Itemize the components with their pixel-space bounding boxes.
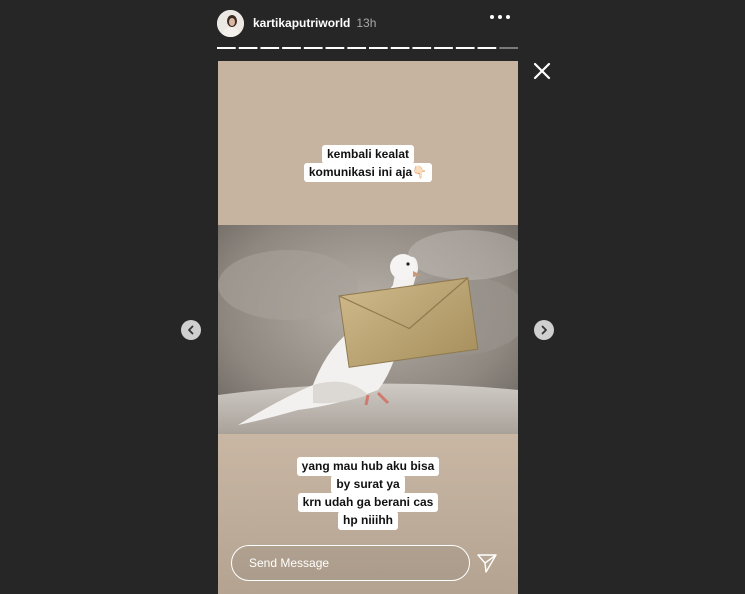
progress-segment [369,47,388,49]
progress-segment [347,47,366,49]
paper-plane-icon[interactable] [476,552,498,574]
caption-line: by surat ya [331,475,405,494]
progress-segment [303,47,323,49]
more-options-icon[interactable] [490,15,510,19]
username[interactable]: kartikaputriworld [253,16,350,30]
story-progress-bar [217,47,518,49]
caption-line: kembali kealat [321,145,415,164]
story-caption-top: kembali kealat komunikasi ini aja👇🏻 [218,145,518,182]
progress-segment [217,47,236,49]
progress-segment [499,47,518,49]
avatar[interactable] [217,9,244,37]
timestamp: 13h [356,16,377,30]
progress-segment [325,47,345,49]
progress-segment [477,47,497,49]
caption-line: krn udah ga berani cas [297,493,439,512]
close-icon[interactable] [531,60,553,82]
progress-segment [412,47,432,49]
progress-segment [434,47,453,49]
caption-line: komunikasi ini aja👇🏻 [303,163,433,182]
story-header: kartikaputriworld 13h [217,8,518,38]
story-viewer: kartikaputriworld 13h kembali kealat kom… [0,0,745,594]
caption-line: hp niiihh [338,511,398,530]
chevron-right-icon[interactable] [534,320,554,340]
story-media[interactable]: kembali kealat komunikasi ini aja👇🏻 yang… [218,61,518,594]
send-message-input[interactable] [231,545,470,581]
story-caption-bottom: yang mau hub aku bisa by surat ya krn ud… [218,457,518,530]
story-photo [218,225,518,434]
chevron-left-icon[interactable] [181,320,201,340]
caption-line: yang mau hub aku bisa [296,457,440,476]
progress-segment [282,47,301,49]
progress-segment [260,47,280,49]
progress-segment [455,47,475,49]
progress-segment [390,47,410,49]
progress-segment [238,47,258,49]
story-background-top [218,61,518,225]
